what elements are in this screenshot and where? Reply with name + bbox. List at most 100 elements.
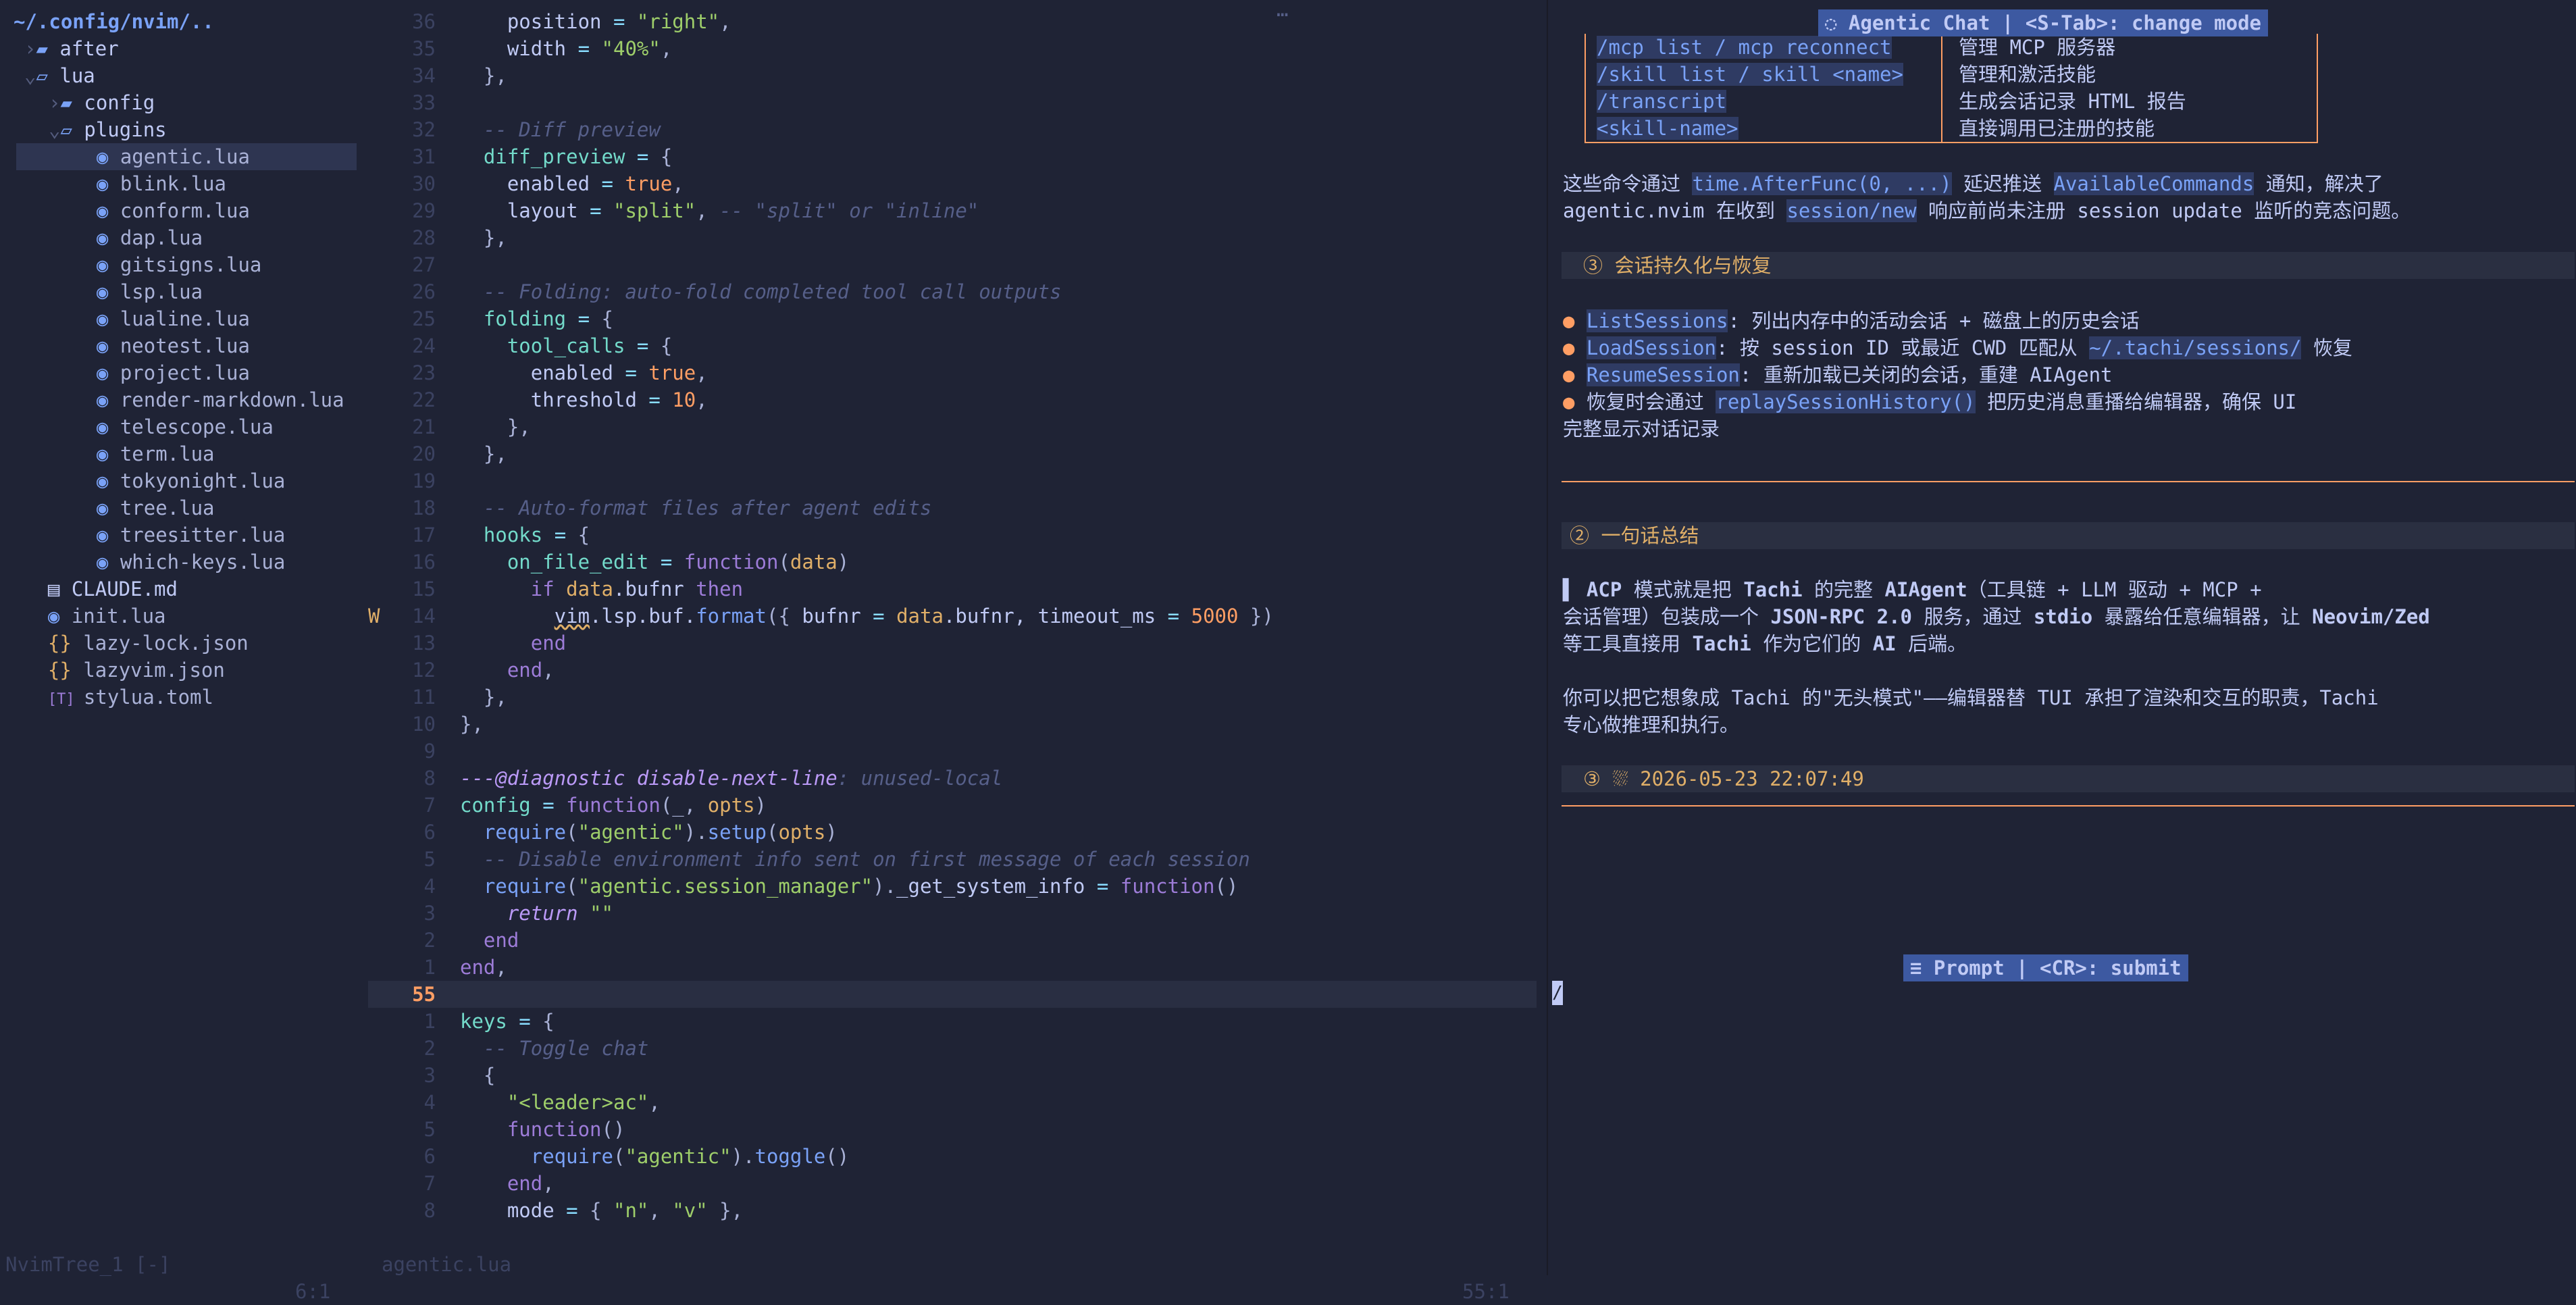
chevron-down-icon[interactable]: ⌄ [24,64,36,87]
code-line[interactable]: 8 ---@diagnostic disable-next-line: unuse… [368,765,1537,792]
code-line[interactable]: 21 }, [368,413,1537,440]
code-line[interactable]: 32 -- Diff preview [368,116,1537,143]
line-number: 25 [412,307,436,330]
tree-file[interactable]: ◉ dap.lua [0,224,365,251]
code-line[interactable]: 1 end, [368,954,1537,981]
code-text: }, [483,64,507,87]
tree-file[interactable]: {} lazyvim.json [0,657,365,684]
code-line[interactable]: 5 function() [368,1116,1537,1143]
tree-file[interactable]: ◉ treesitter.lua [0,521,365,548]
tree-file[interactable]: ◉ conform.lua [0,197,365,224]
code-line[interactable]: 7 end, [368,1170,1537,1197]
tree-file[interactable]: [T] stylua.toml [0,684,365,711]
tree-file[interactable]: ◉ project.lua [0,359,365,386]
tree-folder[interactable]: ⌄▱ plugins [0,116,365,143]
lua-file-icon: ◉ [96,253,120,276]
folder-icon: ▰ [36,37,60,60]
tree-file[interactable]: ◉ blink.lua [0,170,365,197]
code-line[interactable]: 19 [368,467,1537,494]
file-tree-panel[interactable]: ~/.config/nvim/.. ›▰ after ⌄▱ lua ›▰ confi… [0,8,365,1224]
code-line[interactable]: 6 require("agentic").setup(opts) [368,819,1537,846]
tree-folder[interactable]: ⌄▱ lua [0,62,365,89]
tree-file[interactable]: ◉ tree.lua [0,494,365,521]
tree-file[interactable]: ▤ CLAUDE.md [0,575,365,603]
code-line[interactable]: 22 threshold = 10, [368,386,1537,413]
tree-file[interactable]: ◉ which-keys.lua [0,548,365,575]
chat-paragraph: agentic.nvim 在收到 session/new 响应前尚未注册 ses… [1563,199,2411,222]
line-number: 55 [412,983,436,1006]
code-line[interactable]: 6 require("agentic").toggle() [368,1143,1537,1170]
tree-file[interactable]: ◉ term.lua [0,440,365,467]
code-line[interactable]: 35 width = "40%", [368,35,1537,62]
lua-file-icon: ◉ [96,226,120,249]
code-lines[interactable]: 36 position = "right", 35 width = "40%", 3… [368,8,1537,1224]
tree-file[interactable]: ◉ lualine.lua [0,305,365,332]
tree-file[interactable]: ◉ init.lua [0,603,365,630]
current-code-line[interactable]: 55 [368,981,1537,1008]
code-line[interactable]: 5 -- Disable environment info sent on fi… [368,846,1537,873]
chevron-right-icon[interactable]: › [49,91,60,114]
tree-file[interactable]: ◉ neotest.lua [0,332,365,359]
tree-file[interactable]: ◉ telescope.lua [0,413,365,440]
tree-root-path[interactable]: ~/.config/nvim/.. [0,8,365,35]
code-line[interactable]: 36 position = "right", [368,8,1537,35]
code-line[interactable]: 29 layout = "split", -- "split" or "inli… [368,197,1537,224]
code-line[interactable]: 23 enabled = true, [368,359,1537,386]
code-line[interactable]: 3 return "" [368,900,1537,927]
code-line[interactable]: 9 [368,738,1537,765]
code-editor[interactable]: 36 position = "right", 35 width = "40%", 3… [368,8,1537,1224]
line-number: 7 [423,794,436,817]
tree-item-label: stylua.toml [83,686,213,709]
tree-file[interactable]: ◉ render-markdown.lua [0,386,365,413]
code-line[interactable]: 18 -- Auto-format files after agent edit… [368,494,1537,521]
table-row: /transcript 生成会话记录 HTML 报告 [1586,88,2317,115]
code-line[interactable]: 28 }, [368,224,1537,251]
code-line[interactable]: 11 }, [368,684,1537,711]
code-line[interactable]: 34 }, [368,62,1537,89]
tree-file[interactable]: ◉ gitsigns.lua [0,251,365,278]
code-line[interactable]: 4 require("agentic.session_manager")._ge… [368,873,1537,900]
code-line[interactable]: 3 { [368,1062,1537,1089]
code-text: config = function(_, opts) [460,794,767,817]
tree-file[interactable]: ◉ lsp.lua [0,278,365,305]
tree-file[interactable]: ◉ tokyonight.lua [0,467,365,494]
code-text: return "" [507,902,613,925]
code-line[interactable]: 25 folding = { [368,305,1537,332]
prompt-input[interactable]: / [1552,981,1563,1005]
tree-statusline: NvimTree_1 [-] 6:1 [0,1224,365,1303]
tree-folder[interactable]: ›▰ config [0,89,365,116]
chevron-down-icon[interactable]: ⌄ [49,118,60,141]
code-text: position = "right", [507,10,731,33]
tree-item-label: neotest.lua [120,334,250,357]
code-line[interactable]: 15 if data.bufnr then [368,575,1537,603]
code-line[interactable]: 30 enabled = true, [368,170,1537,197]
code-line[interactable]: 2 -- Toggle chat [368,1035,1537,1062]
code-line[interactable]: 1 keys = { [368,1008,1537,1035]
line-number: 6 [423,821,436,844]
chevron-right-icon[interactable]: › [24,37,36,60]
table-row: <skill-name> 直接调用已注册的技能 [1586,115,2317,142]
code-line[interactable]: 26 -- Folding: auto-fold completed tool … [368,278,1537,305]
code-line[interactable]: 33 [368,89,1537,116]
code-line[interactable]: 10}, [368,711,1537,738]
code-line[interactable]: 7 config = function(_, opts) [368,792,1537,819]
tree-file[interactable]: {} lazy-lock.json [0,630,365,657]
code-line[interactable]: 27 [368,251,1537,278]
code-line[interactable]: 20 }, [368,440,1537,467]
code-line[interactable]: 16 on_file_edit = function(data) [368,548,1537,575]
code-line[interactable]: 8 mode = { "n", "v" }, [368,1197,1537,1224]
tree-folder[interactable]: ›▰ after [0,35,365,62]
code-line[interactable]: 12 end, [368,657,1537,684]
code-line[interactable]: 2 end [368,927,1537,954]
tree-file[interactable]: ◉ agentic.lua [16,143,357,170]
tree-item-label: dap.lua [120,226,203,249]
code-line[interactable]: 24 tool_calls = { [368,332,1537,359]
line-number: 6 [423,1145,436,1168]
code-line[interactable]: 31 diff_preview = { [368,143,1537,170]
code-line[interactable]: W 14 vim.lsp.buf.format({ bufnr = data.bu… [368,603,1537,630]
code-line[interactable]: 17 hooks = { [368,521,1537,548]
code-line[interactable]: 13 end [368,630,1537,657]
agentic-chat-panel[interactable]: /mcp list / mcp reconnect 管理 MCP 服务器 /sk… [1547,0,2576,1275]
code-line[interactable]: 4 "<leader>ac", [368,1089,1537,1116]
